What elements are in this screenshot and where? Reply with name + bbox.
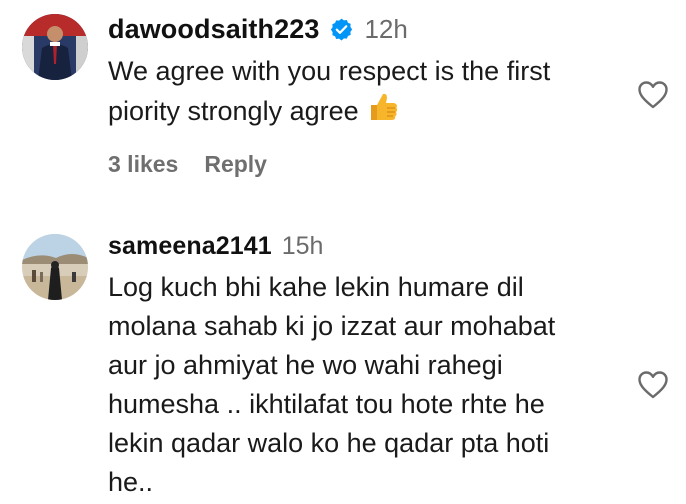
timestamp: 12h bbox=[364, 14, 408, 44]
comment-line: Log kuch bhi kahe lekin humare dil bbox=[108, 272, 524, 302]
username[interactable]: sameena2141 bbox=[108, 232, 272, 261]
comment-actions: 3 likes Reply bbox=[108, 151, 267, 178]
comment-item: dawoodsaith223 12h We agree with you res… bbox=[0, 0, 686, 200]
comment-line: he.. bbox=[108, 467, 154, 497]
comment-text: Log kuch bhi kahe lekin humare dil molan… bbox=[108, 268, 555, 502]
comment-line: We agree with you respect is the first bbox=[108, 56, 551, 86]
heart-outline-icon[interactable] bbox=[637, 80, 669, 110]
avatar[interactable] bbox=[22, 14, 88, 80]
username[interactable]: dawoodsaith223 bbox=[108, 14, 319, 45]
timestamp: 15h bbox=[281, 232, 324, 260]
avatar[interactable] bbox=[22, 234, 88, 300]
thumbs-up-icon bbox=[367, 91, 399, 134]
comment-text: We agree with you respect is the first p… bbox=[108, 52, 550, 133]
comment-line: piority strongly agree bbox=[108, 91, 550, 134]
comment-line: lekin qadar walo ko he qadar pta hoti bbox=[108, 428, 550, 458]
comment-item: sameena2141 15h Log kuch bhi kahe lekin … bbox=[0, 220, 686, 504]
reply-button[interactable]: Reply bbox=[204, 151, 267, 178]
comment-line: humesha .. ikhtilafat tou hote rhte he bbox=[108, 389, 545, 419]
comment-line: aur jo ahmiyat he wo wahi rahegi bbox=[108, 350, 503, 380]
verified-badge-icon bbox=[329, 17, 354, 42]
heart-outline-icon[interactable] bbox=[637, 370, 669, 400]
likes-count[interactable]: 3 likes bbox=[108, 151, 178, 178]
comment-line: molana sahab ki jo izzat aur mohabat bbox=[108, 311, 556, 341]
